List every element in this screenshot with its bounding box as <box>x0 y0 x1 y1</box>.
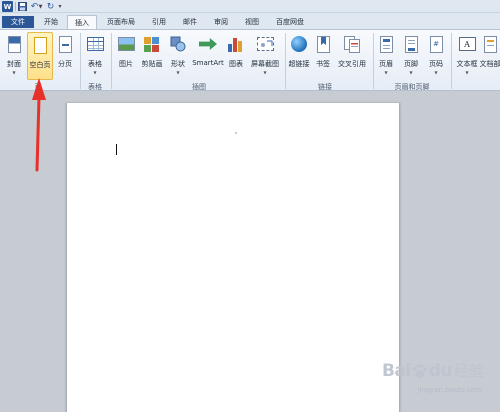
table-label: 表格 <box>88 60 102 68</box>
page-number-label: 页码 <box>429 60 443 68</box>
footer-button[interactable]: 页脚 ▼ <box>401 32 421 76</box>
text-box-icon: A <box>458 34 476 54</box>
blank-page-label: 空白页 <box>29 61 51 69</box>
dropdown-arrow-icon: ▼ <box>12 70 16 75</box>
smartart-label: SmartArt <box>192 59 224 67</box>
tab-references[interactable]: 引用 <box>145 15 173 29</box>
cross-reference-icon <box>343 34 361 54</box>
baidu-watermark: Bai du 经验 <box>382 360 484 381</box>
text-box-button[interactable]: A 文本框 ▼ <box>455 32 479 76</box>
cover-page-button[interactable]: 封面 ▼ <box>3 32 25 76</box>
group-separator <box>111 33 112 89</box>
chart-label: 图表 <box>229 60 243 68</box>
group-separator <box>80 33 81 89</box>
blank-page-icon <box>31 35 49 55</box>
picture-button[interactable]: 图片 <box>115 32 137 76</box>
ribbon-insert: 封面 ▼ 空白页 分页 页 表格 ▼ 表格 图片 剪贴画 形状 ▼ SmartA… <box>0 29 500 91</box>
header-label: 页眉 <box>379 60 393 68</box>
bookmark-button[interactable]: 书签 <box>313 32 333 76</box>
bookmark-label: 书签 <box>316 60 330 68</box>
customize-quick-access-icon[interactable]: ▾ <box>57 1 63 12</box>
document-page[interactable] <box>66 103 400 412</box>
cross-reference-label: 交叉引用 <box>338 60 366 68</box>
tab-page-layout[interactable]: 页面布局 <box>100 15 142 29</box>
clip-art-button[interactable]: 剪贴画 <box>139 32 165 76</box>
screenshot-button[interactable]: 屏幕截图 ▼ <box>248 32 282 76</box>
hyperlink-label: 超链接 <box>288 60 310 68</box>
tab-file[interactable]: 文件 <box>2 16 34 28</box>
page-mark <box>235 132 237 134</box>
dropdown-arrow-icon: ▼ <box>465 70 469 75</box>
quick-parts-button[interactable]: 文档部 <box>480 32 500 76</box>
quick-access-separator <box>15 2 16 11</box>
header-icon <box>377 34 395 54</box>
text-cursor <box>116 144 117 155</box>
repeat-icon[interactable]: ↻ <box>46 1 55 12</box>
tab-home[interactable]: 开始 <box>36 15 66 29</box>
chart-button[interactable]: 图表 <box>226 32 246 76</box>
table-icon <box>86 34 104 54</box>
title-bar: W ↶ ▼ ↻ ▾ <box>0 0 500 13</box>
screenshot-icon <box>256 34 274 54</box>
screenshot-label: 屏幕截图 <box>251 60 279 68</box>
group-separator <box>373 33 374 89</box>
text-box-label: 文本框 <box>456 60 478 68</box>
picture-label: 图片 <box>119 60 133 68</box>
picture-icon <box>117 34 135 54</box>
word-app-icon[interactable]: W <box>2 1 13 12</box>
dropdown-arrow-icon: ▼ <box>263 70 267 75</box>
clip-art-icon <box>143 34 161 54</box>
tab-view[interactable]: 视图 <box>238 15 266 29</box>
page-break-button[interactable]: 分页 <box>55 32 75 76</box>
quick-parts-icon <box>481 34 499 54</box>
cover-page-icon <box>5 34 23 54</box>
save-icon[interactable] <box>18 1 27 12</box>
blank-page-button[interactable]: 空白页 <box>27 32 53 80</box>
footer-icon <box>402 34 420 54</box>
hyperlink-button[interactable]: 超链接 <box>287 32 311 76</box>
tab-review[interactable]: 审阅 <box>207 15 235 29</box>
ribbon-tabs: 文件 开始 插入 页面布局 引用 邮件 审阅 视图 百度网盘 <box>0 13 500 29</box>
page-number-button[interactable]: # 页码 ▼ <box>426 32 446 76</box>
clip-art-label: 剪贴画 <box>141 60 163 68</box>
watermark-url: jingyan.baidu.com <box>417 386 482 394</box>
shapes-icon <box>169 34 187 54</box>
header-button[interactable]: 页眉 ▼ <box>376 32 396 76</box>
group-separator <box>451 33 452 89</box>
dropdown-arrow-icon: ▼ <box>409 70 413 75</box>
smartart-icon <box>199 34 217 54</box>
watermark-jingyan: 经验 <box>453 362 484 380</box>
footer-label: 页脚 <box>404 60 418 68</box>
group-separator <box>285 33 286 89</box>
cross-reference-button[interactable]: 交叉引用 <box>335 32 369 76</box>
tab-baidu-netdisk[interactable]: 百度网盘 <box>269 15 311 29</box>
dropdown-arrow-icon: ▼ <box>176 70 180 75</box>
dropdown-arrow-icon: ▼ <box>93 70 97 75</box>
table-button[interactable]: 表格 ▼ <box>84 32 106 76</box>
smartart-button[interactable]: SmartArt <box>191 32 225 76</box>
shapes-button[interactable]: 形状 ▼ <box>167 32 189 76</box>
page-break-label: 分页 <box>58 60 72 68</box>
dropdown-arrow-icon: ▼ <box>434 70 438 75</box>
cover-page-label: 封面 <box>7 60 21 68</box>
shapes-label: 形状 <box>171 60 185 68</box>
quick-parts-label: 文档部 <box>480 60 500 68</box>
bookmark-icon <box>314 34 332 54</box>
undo-dropdown-icon[interactable]: ▼ <box>38 1 43 12</box>
tab-insert[interactable]: 插入 <box>67 15 97 29</box>
page-break-icon <box>56 34 74 54</box>
paw-icon <box>412 363 428 379</box>
tab-mailings[interactable]: 邮件 <box>176 15 204 29</box>
watermark-brand-suffix: du <box>428 360 453 381</box>
chart-icon <box>227 34 245 54</box>
hyperlink-icon <box>290 34 308 54</box>
dropdown-arrow-icon: ▼ <box>384 70 388 75</box>
page-number-icon: # <box>427 34 445 54</box>
watermark-brand: Bai <box>381 360 411 381</box>
